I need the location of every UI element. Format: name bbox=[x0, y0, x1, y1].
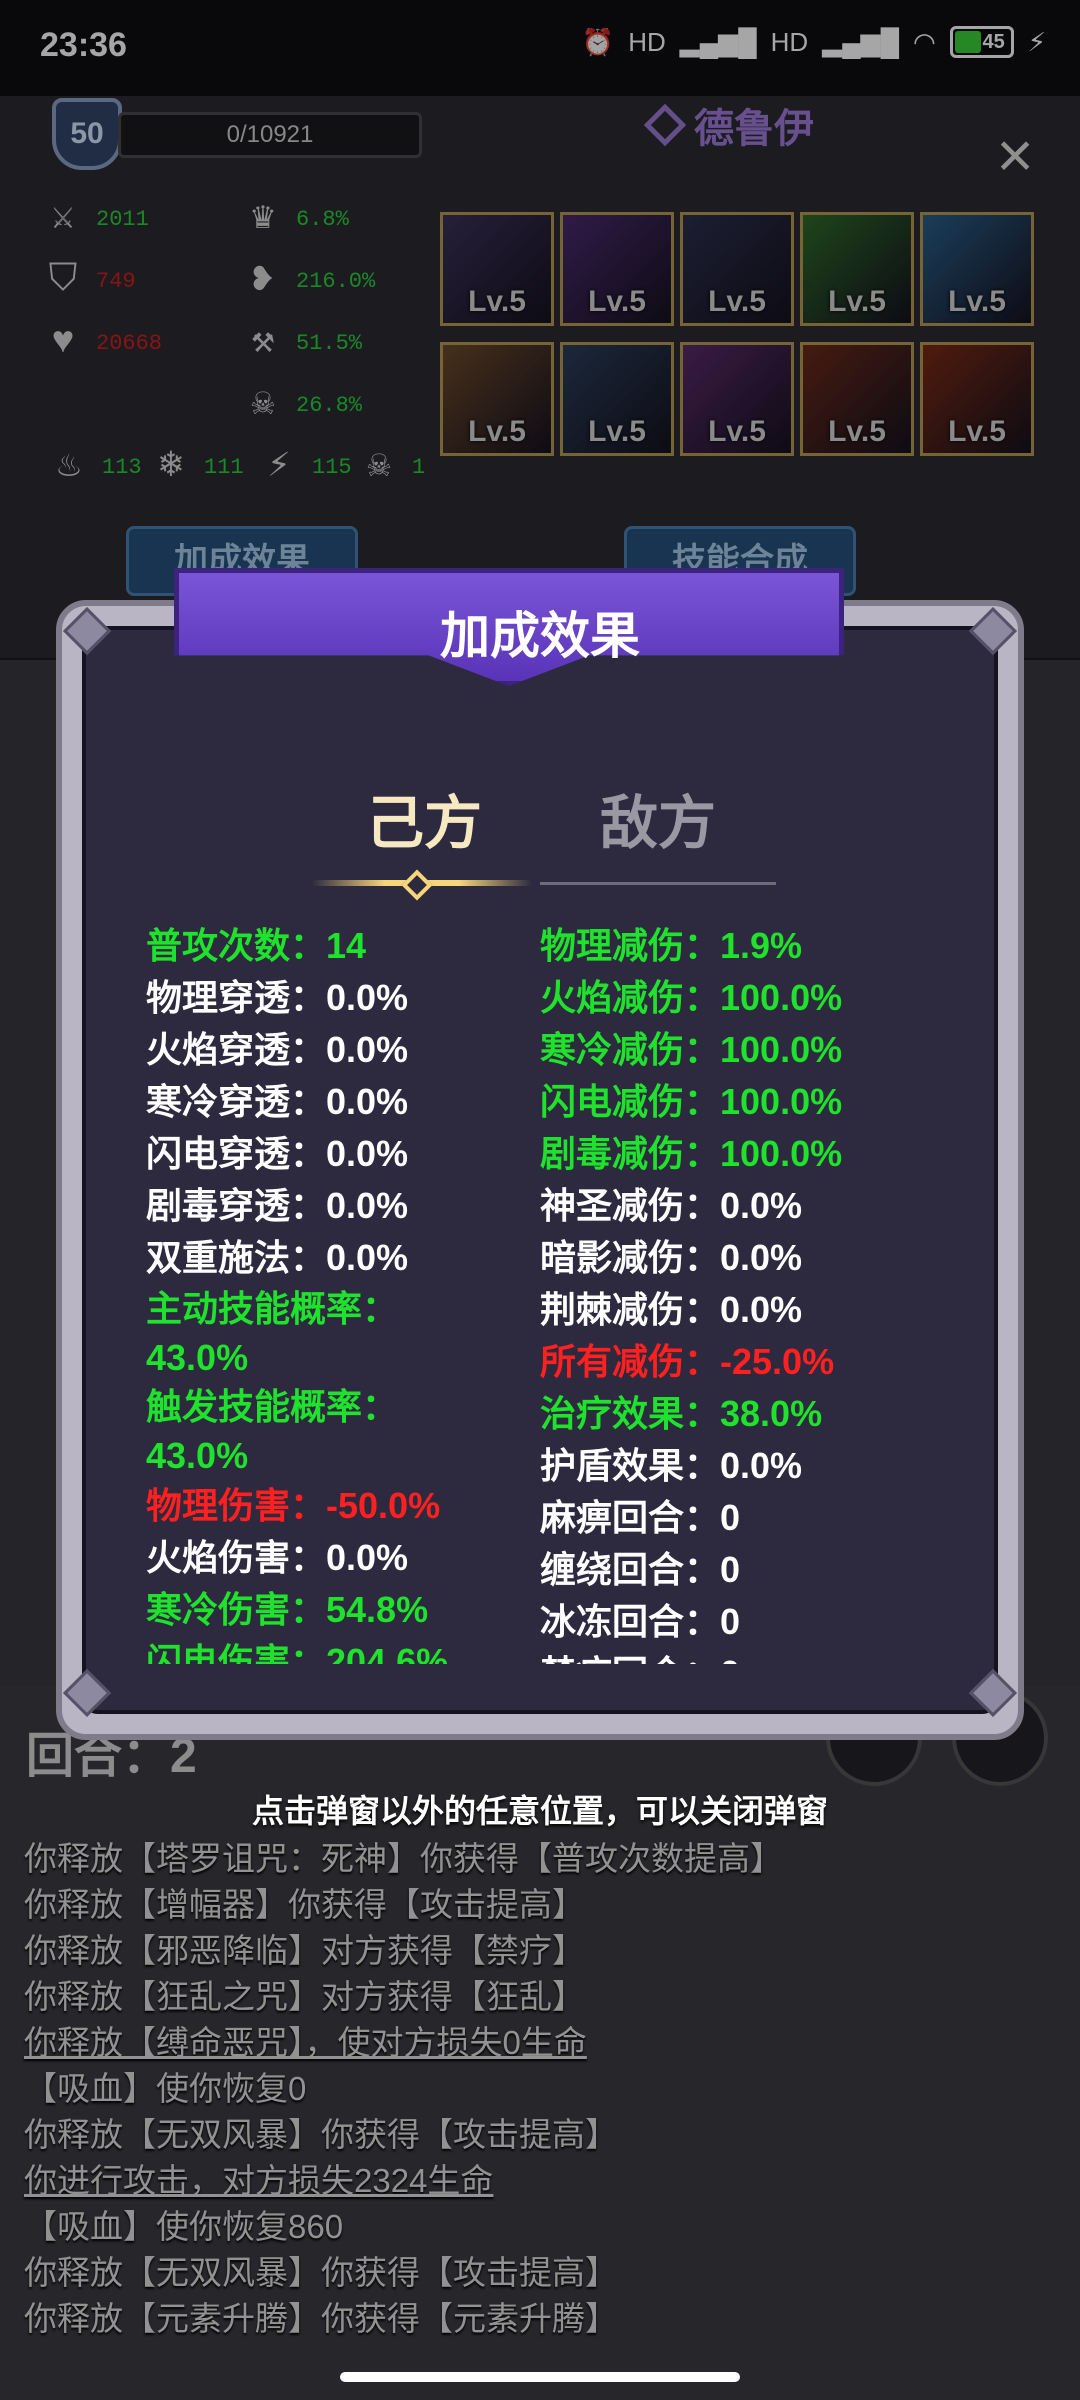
stat-value: -25.0% bbox=[720, 1341, 835, 1382]
stat-value: 0.0% bbox=[720, 1237, 803, 1278]
stat-label: 冰冻回合： bbox=[540, 1601, 721, 1642]
stat-value: 0.0% bbox=[326, 1029, 409, 1070]
stat-value: 0 bbox=[720, 1497, 741, 1538]
stat-row: 寒冷减伤：100.0% bbox=[540, 1024, 940, 1076]
stat-label: 火焰减伤： bbox=[540, 977, 721, 1018]
stat-row: 物理减伤：1.9% bbox=[540, 920, 940, 972]
stat-value: 0.0% bbox=[326, 1185, 409, 1226]
stat-value: 0.0% bbox=[720, 1445, 803, 1486]
home-indicator[interactable] bbox=[340, 2372, 740, 2382]
own-stats-left-column: 普攻次数：14 物理穿透：0.0% 火焰穿透：0.0% 寒冷穿透：0.0% 闪电穿透：0… bbox=[146, 920, 526, 1664]
stat-label: 护盾效果： bbox=[540, 1445, 721, 1486]
stat-value: 100.0% bbox=[720, 1029, 843, 1070]
stat-row: 神圣减伤：0.0% bbox=[540, 1180, 940, 1232]
stat-label: 寒冷穿透： bbox=[146, 1081, 327, 1122]
stats-scroll-area[interactable]: 普攻次数：14 物理穿透：0.0% 火焰穿透：0.0% 寒冷穿透：0.0% 闪电穿透：0… bbox=[140, 920, 940, 1664]
stat-row: 护盾效果：0.0% bbox=[540, 1440, 940, 1492]
stat-label: 物理穿透： bbox=[146, 977, 327, 1018]
stat-label: 主动技能概率： bbox=[146, 1288, 399, 1329]
stat-row: 闪电伤害：204.6% bbox=[146, 1636, 526, 1664]
stat-value: 14 bbox=[326, 925, 367, 966]
stat-row: 荆棘减伤：0.0% bbox=[540, 1284, 940, 1336]
stat-value: 100.0% bbox=[720, 1081, 843, 1122]
stat-value: 54.8% bbox=[326, 1589, 429, 1630]
stat-value: 0.0% bbox=[326, 1133, 409, 1174]
stat-value: 0.0% bbox=[720, 1185, 803, 1226]
stat-label: 寒冷伤害： bbox=[146, 1589, 327, 1630]
stat-label: 禁疗回合： bbox=[540, 1653, 720, 1664]
stat-value: -50.0% bbox=[326, 1485, 441, 1526]
stat-value: 0.0% bbox=[326, 977, 409, 1018]
stat-label: 所有减伤： bbox=[540, 1341, 721, 1382]
stat-value: 0 bbox=[720, 1549, 741, 1590]
stat-label: 物理减伤： bbox=[540, 925, 721, 966]
stat-row: 禁疗回合：0 bbox=[540, 1648, 940, 1664]
own-stats-right-column: 物理减伤：1.9% 火焰减伤：100.0% 寒冷减伤：100.0% 闪电减伤：100.… bbox=[540, 920, 940, 1664]
stat-row: 剧毒减伤：100.0% bbox=[540, 1128, 940, 1180]
stat-row: 寒冷穿透：0.0% bbox=[146, 1076, 526, 1128]
stat-row: 火焰伤害：0.0% bbox=[146, 1532, 526, 1584]
stat-value: 0.0% bbox=[326, 1081, 409, 1122]
stat-label: 闪电减伤： bbox=[540, 1081, 721, 1122]
stat-label: 普攻次数： bbox=[146, 925, 327, 966]
stat-row: 暗影减伤：0.0% bbox=[540, 1232, 940, 1284]
stat-label: 火焰伤害： bbox=[146, 1537, 327, 1578]
stat-value: 38.0% bbox=[720, 1393, 823, 1434]
stat-label: 闪电伤害： bbox=[146, 1641, 327, 1664]
stat-row: 普攻次数：14 bbox=[146, 920, 526, 972]
stat-label: 麻痹回合： bbox=[540, 1497, 721, 1538]
stat-value: 43.0% bbox=[146, 1337, 249, 1378]
tab-underline-inactive bbox=[540, 882, 776, 885]
stat-value: 0.0% bbox=[326, 1537, 409, 1578]
close-hint: 点击弹窗以外的任意位置，可以关闭弹窗 bbox=[251, 1793, 828, 1829]
stat-label: 触发技能概率： bbox=[146, 1386, 399, 1427]
stat-value: 204.6% bbox=[326, 1641, 449, 1664]
popup-title: 加成效果 bbox=[440, 608, 640, 664]
stat-row: 主动技能概率： 43.0% bbox=[146, 1284, 526, 1382]
stat-label: 剧毒减伤： bbox=[540, 1133, 721, 1174]
stat-value: 0.0% bbox=[720, 1289, 803, 1330]
stat-value: 100.0% bbox=[720, 977, 843, 1018]
stat-row: 闪电减伤：100.0% bbox=[540, 1076, 940, 1128]
stat-label: 双重施法： bbox=[146, 1237, 327, 1278]
stat-label: 闪电穿透： bbox=[146, 1133, 327, 1174]
stat-row: 物理伤害：-50.0% bbox=[146, 1480, 526, 1532]
stat-value: 43.0% bbox=[146, 1435, 249, 1476]
stat-label: 神圣减伤： bbox=[540, 1185, 721, 1226]
stat-row: 缠绕回合：0 bbox=[540, 1544, 940, 1596]
stat-row: 所有减伤：-25.0% bbox=[540, 1336, 940, 1388]
stat-value: 0 bbox=[720, 1653, 740, 1664]
stat-row: 闪电穿透：0.0% bbox=[146, 1128, 526, 1180]
stat-value: 0.0% bbox=[326, 1237, 409, 1278]
stat-row: 剧毒穿透：0.0% bbox=[146, 1180, 526, 1232]
tab-enemy-side[interactable]: 敌方 bbox=[600, 776, 716, 860]
stat-row: 双重施法：0.0% bbox=[146, 1232, 526, 1284]
stat-label: 寒冷减伤： bbox=[540, 1029, 721, 1070]
stat-row: 物理穿透：0.0% bbox=[146, 972, 526, 1024]
stat-value: 0 bbox=[720, 1601, 741, 1642]
stat-row: 触发技能概率： 43.0% bbox=[146, 1382, 526, 1480]
stat-row: 冰冻回合：0 bbox=[540, 1596, 940, 1648]
stat-row: 麻痹回合：0 bbox=[540, 1492, 940, 1544]
stat-label: 剧毒穿透： bbox=[146, 1185, 327, 1226]
stat-value: 100.0% bbox=[720, 1133, 843, 1174]
tab-own-side[interactable]: 己方 bbox=[366, 776, 482, 860]
stat-label: 暗影减伤： bbox=[540, 1237, 721, 1278]
stat-row: 寒冷伤害：54.8% bbox=[146, 1584, 526, 1636]
stat-label: 治疗效果： bbox=[540, 1393, 721, 1434]
stat-row: 火焰减伤：100.0% bbox=[540, 972, 940, 1024]
stat-label: 缠绕回合： bbox=[540, 1549, 721, 1590]
stat-value: 1.9% bbox=[720, 925, 803, 966]
stat-label: 荆棘减伤： bbox=[540, 1289, 721, 1330]
stat-row: 火焰穿透：0.0% bbox=[146, 1024, 526, 1076]
stat-row: 治疗效果：38.0% bbox=[540, 1388, 940, 1440]
stat-label: 火焰穿透： bbox=[146, 1029, 327, 1070]
stat-label: 物理伤害： bbox=[146, 1485, 327, 1526]
